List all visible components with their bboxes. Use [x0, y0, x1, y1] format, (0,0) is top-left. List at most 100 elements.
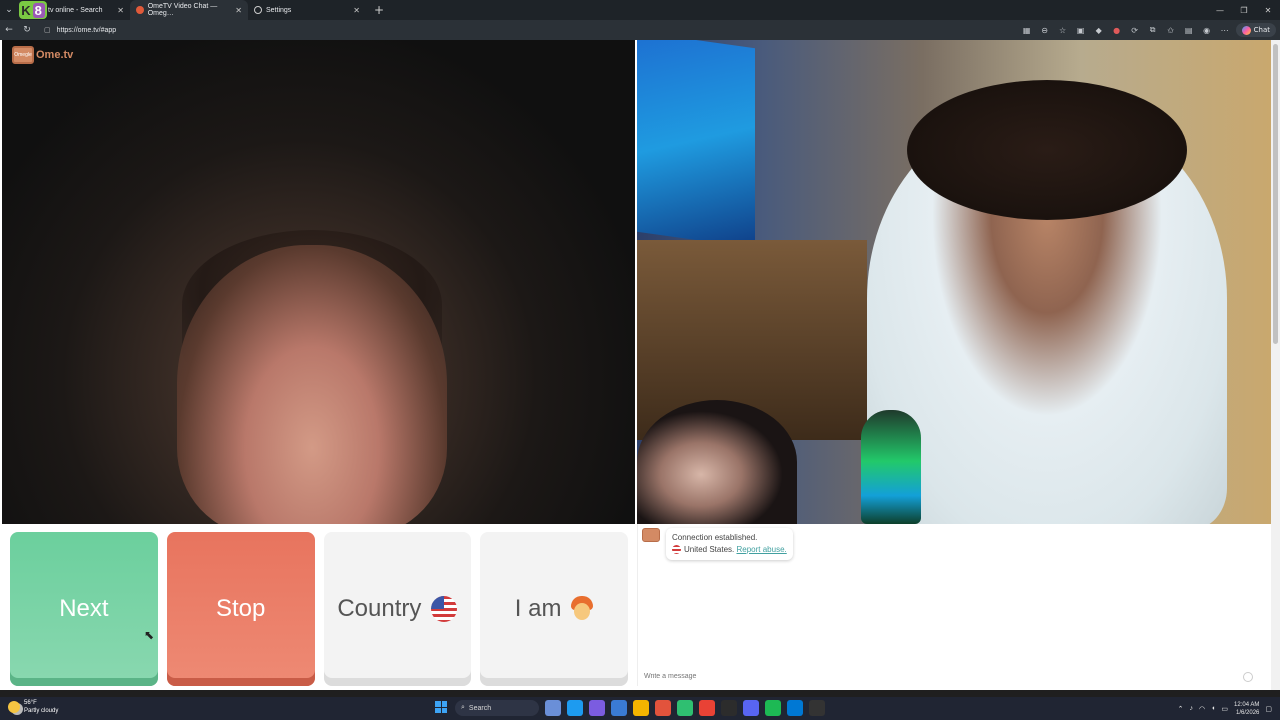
- restore-icon[interactable]: ❐: [1232, 0, 1256, 20]
- refresh-icon[interactable]: ↻: [18, 25, 36, 35]
- mouse-cursor-icon: ⬉: [144, 628, 155, 642]
- collections-icon[interactable]: ▤: [1182, 23, 1196, 37]
- stop-button[interactable]: Stop: [166, 532, 315, 686]
- remote-tv-screen: [637, 40, 755, 249]
- windows-taskbar: 56°F Partly cloudy ⌕ Search ⌃ ♪ ◠ ◖ ▭ 12…: [0, 697, 1280, 720]
- iam-label: I am: [514, 595, 562, 622]
- flag-us-icon: [431, 596, 458, 622]
- extension-red-icon[interactable]: ●: [1110, 23, 1124, 37]
- remote-video: [637, 40, 1271, 524]
- copilot-app-icon[interactable]: [589, 700, 605, 716]
- generic-app-icon[interactable]: [787, 700, 803, 716]
- search-label: Search: [468, 704, 492, 712]
- message-bubble: Connection established. United States. R…: [666, 528, 793, 560]
- tab-label: OmeTV Video Chat — Omeg…: [147, 3, 218, 17]
- weather-temp: 56°F: [24, 700, 37, 706]
- url-field[interactable]: ▢ https://ome.tv/#app: [44, 26, 117, 35]
- obs-icon[interactable]: [721, 700, 737, 716]
- split-icon[interactable]: ⧉: [1146, 23, 1160, 37]
- close-icon[interactable]: ✕: [353, 6, 360, 15]
- report-abuse-link[interactable]: Report abuse.: [736, 545, 786, 554]
- search-icon: ⌕: [461, 704, 465, 711]
- clock-time: 12:04 AM: [1234, 701, 1260, 708]
- ometv-page: Omegle Ome.tv Next Stop Country I am ⬉ C…: [0, 40, 1280, 690]
- flag-us-icon: [672, 545, 681, 555]
- address-bar: ← ↻ ▢ https://ome.tv/#app ▦ ⊖ ☆ ▣ ◆ ● ⟳ …: [0, 20, 1280, 40]
- more-apps-icon[interactable]: [809, 700, 825, 716]
- emoji-icon[interactable]: [1243, 672, 1253, 682]
- back-icon[interactable]: ←: [0, 25, 18, 35]
- stop-label: Stop: [215, 595, 266, 622]
- favorites-icon[interactable]: ✩: [1164, 23, 1178, 37]
- scrollbar-thumb[interactable]: [1273, 44, 1278, 344]
- page-scrollbar[interactable]: [1271, 40, 1280, 690]
- clock-date: 1/6/2026: [1236, 709, 1260, 716]
- close-window-icon[interactable]: ✕: [1256, 0, 1280, 20]
- spotify-icon[interactable]: [765, 700, 781, 716]
- pdf-icon[interactable]: [655, 700, 671, 716]
- chat-label: Chat: [1253, 26, 1270, 34]
- close-icon[interactable]: ✕: [235, 6, 242, 15]
- tab-label: Settings: [266, 6, 292, 14]
- battery-icon[interactable]: ▭: [1221, 705, 1228, 713]
- logo-text: Ome.tv: [36, 49, 74, 61]
- notification-icon[interactable]: ▢: [1265, 705, 1272, 713]
- remote-hair: [907, 80, 1187, 220]
- ometv-favicon-icon: [136, 6, 144, 14]
- chrome-icon[interactable]: [699, 700, 715, 716]
- location-text: United States.: [684, 545, 735, 554]
- tv-logo-icon: Omegle: [12, 46, 34, 64]
- remote-second-person: [637, 400, 797, 524]
- local-video: Omegle Ome.tv: [2, 40, 635, 524]
- new-tab-button[interactable]: +: [366, 0, 392, 20]
- sync-icon[interactable]: ⟳: [1128, 23, 1142, 37]
- more-icon[interactable]: ⋯: [1218, 23, 1232, 37]
- wifi-icon[interactable]: ◠: [1199, 705, 1205, 713]
- connection-status: Connection established.: [672, 533, 758, 542]
- grid-icon[interactable]: ▦: [1020, 23, 1034, 37]
- copilot-chat-button[interactable]: Chat: [1235, 23, 1276, 37]
- minimize-icon[interactable]: —: [1208, 0, 1232, 20]
- close-icon[interactable]: ✕: [117, 6, 124, 15]
- profile-avatar-icon[interactable]: ◉: [1200, 23, 1214, 37]
- discord-icon[interactable]: [743, 700, 759, 716]
- system-message: Connection established. United States. R…: [642, 528, 793, 560]
- file-explorer-icon[interactable]: [633, 700, 649, 716]
- ometv-logo[interactable]: Omegle Ome.tv: [12, 46, 73, 64]
- tab-search[interactable]: tv online - Search ✕: [18, 0, 130, 20]
- chat-panel: Connection established. United States. R…: [637, 524, 1263, 686]
- windows-start-icon[interactable]: [435, 701, 447, 713]
- window-controls: — ❐ ✕: [1208, 0, 1280, 20]
- next-label: Next: [59, 595, 109, 622]
- taskbar-search[interactable]: ⌕ Search: [455, 700, 539, 716]
- chevron-up-icon[interactable]: ⌃: [1178, 705, 1184, 713]
- extension-diamond-icon[interactable]: ◆: [1092, 23, 1106, 37]
- country-label: Country: [337, 595, 422, 622]
- tab-settings[interactable]: Settings ✕: [248, 0, 366, 20]
- zoom-icon[interactable]: ⊖: [1038, 23, 1052, 37]
- weather-widget[interactable]: 56°F Partly cloudy: [8, 699, 58, 715]
- gender-button[interactable]: I am: [480, 532, 628, 686]
- store-icon[interactable]: [611, 700, 627, 716]
- browser-toolbar: ▦ ⊖ ☆ ▣ ◆ ● ⟳ ⧉ ✩ ▤ ◉ ⋯ Chat: [1020, 20, 1280, 40]
- message-input[interactable]: [642, 668, 1260, 684]
- star-icon[interactable]: ☆: [1056, 23, 1070, 37]
- system-tray: ⌃ ♪ ◠ ◖ ▭ 12:04 AM 1/6/2026 ▢: [1178, 697, 1272, 720]
- url-text: https://ome.tv/#app: [56, 26, 117, 34]
- clock[interactable]: 12:04 AM 1/6/2026: [1234, 701, 1259, 717]
- avatar-emoji-icon: [571, 596, 594, 622]
- edge-icon[interactable]: [567, 700, 583, 716]
- tab-menu-icon[interactable]: ⌄: [0, 0, 18, 20]
- reader-icon[interactable]: ▣: [1074, 23, 1088, 37]
- chat-controls: Next Stop Country I am: [10, 532, 628, 686]
- location-line: United States. Report abuse.: [672, 544, 787, 556]
- task-view-icon[interactable]: [545, 700, 561, 716]
- microphone-icon[interactable]: ♪: [1190, 705, 1194, 712]
- weather-text: 56°F Partly cloudy: [24, 699, 58, 715]
- terminal-icon[interactable]: [677, 700, 693, 716]
- tab-label: tv online - Search: [48, 6, 103, 14]
- next-button[interactable]: Next: [10, 532, 158, 686]
- tab-ometv[interactable]: OmeTV Video Chat — Omeg… ✕: [130, 0, 248, 20]
- country-button[interactable]: Country: [323, 532, 472, 686]
- volume-icon[interactable]: ◖: [1211, 705, 1215, 712]
